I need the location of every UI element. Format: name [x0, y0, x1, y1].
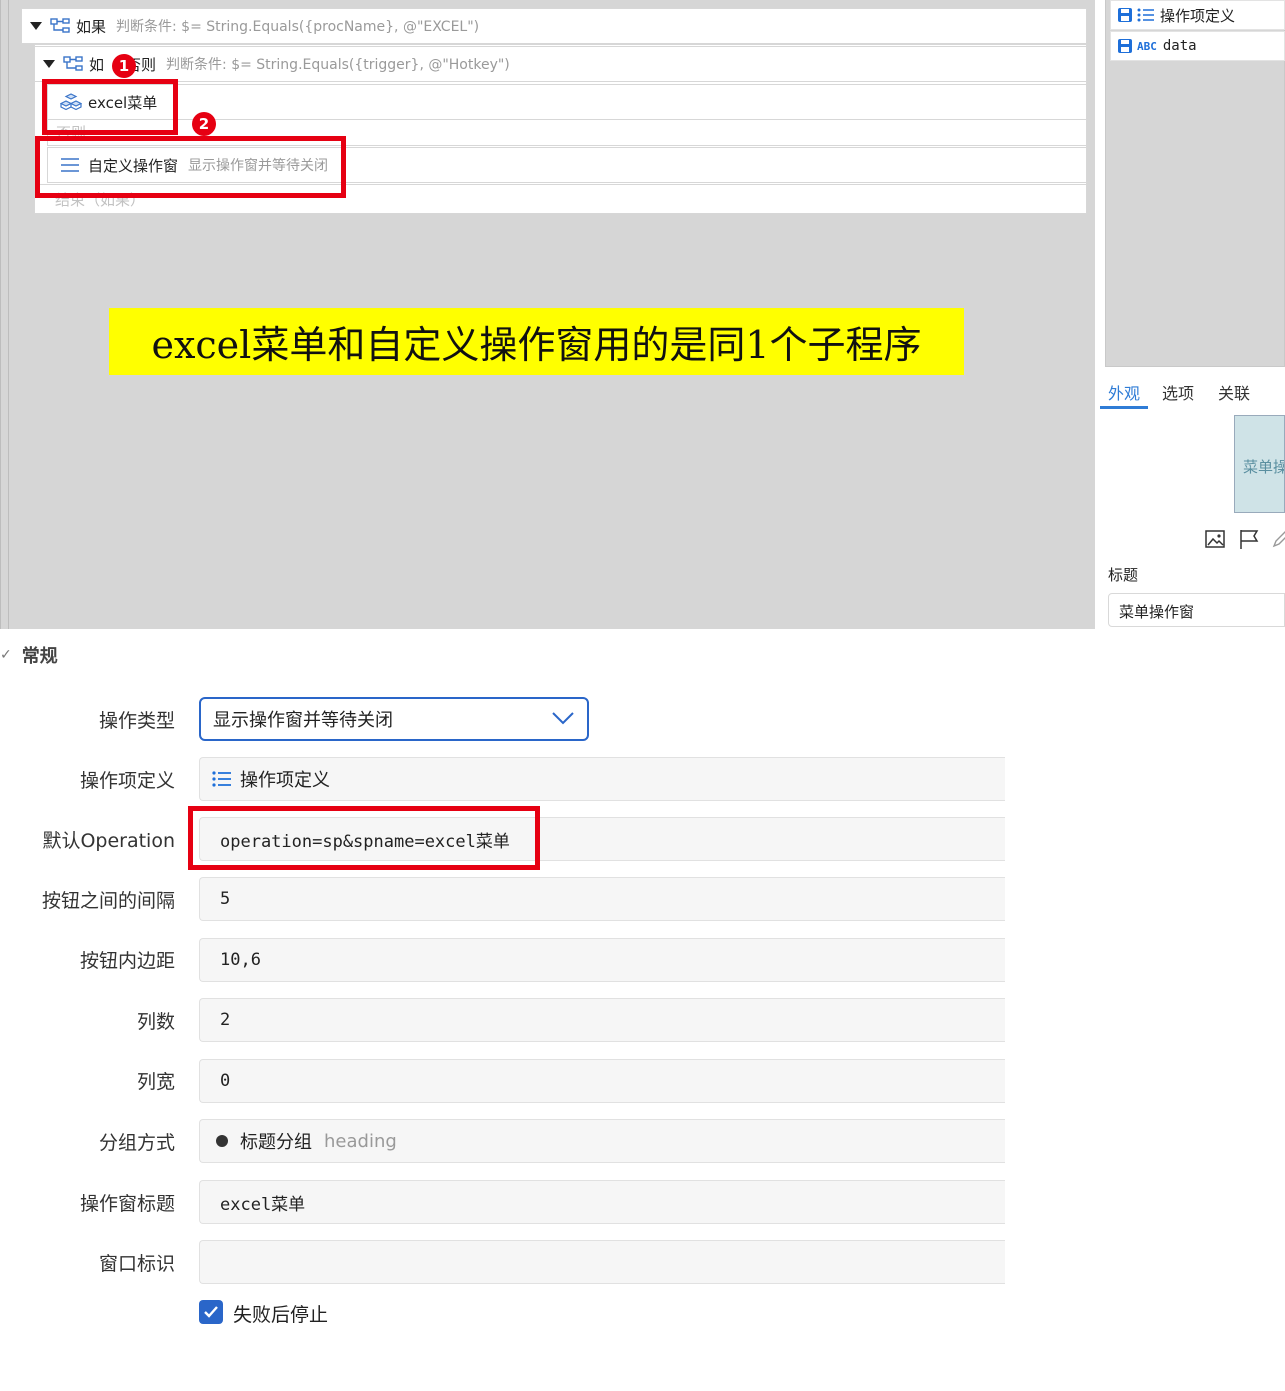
variable-item-data[interactable]: ABC data — [1110, 31, 1285, 61]
list-icon — [212, 771, 231, 787]
columns-field[interactable]: 2 — [199, 998, 1005, 1042]
op-type-select[interactable]: 显示操作窗并等待关闭 — [199, 697, 589, 741]
title-label: 标题 — [1108, 566, 1139, 584]
highlight-custom-window — [35, 136, 346, 198]
grouping-value: 标题分组 — [240, 1132, 312, 1153]
chevron-down-icon: ✓ — [0, 647, 12, 663]
field-label-window-id: 窗口标识 — [98, 1253, 175, 1275]
list-icon — [1137, 8, 1154, 22]
if-step-row[interactable]: 如果 判断条件: $= String.Equals({procName}, @"… — [21, 8, 1087, 44]
chevron-down-icon — [552, 712, 574, 725]
window-preview-thumbnail[interactable]: 菜单操 — [1234, 415, 1285, 513]
pencil-icon[interactable] — [1270, 528, 1285, 550]
window-id-field[interactable] — [199, 1240, 1005, 1284]
btn-gap-field[interactable]: 5 — [199, 877, 1005, 921]
op-type-value: 显示操作窗并等待关闭 — [213, 710, 393, 731]
col-width-field[interactable]: 0 — [199, 1059, 1005, 1103]
window-title-field[interactable]: excel菜单 — [199, 1180, 1005, 1224]
flag-icon[interactable] — [1238, 528, 1260, 550]
collapse-caret-icon[interactable] — [43, 60, 55, 68]
collapse-caret-icon[interactable] — [30, 22, 42, 30]
elseif-step-condition: 判断条件: $= String.Equals({trigger}, @"Hotk… — [166, 57, 510, 73]
variable-item-label: data — [1162, 38, 1197, 54]
branch-icon — [50, 18, 70, 33]
if-step-condition: 判断条件: $= String.Equals({procName}, @"EXC… — [116, 19, 480, 35]
btn-padding-field[interactable]: 10,6 — [199, 938, 1005, 982]
annotation-banner: excel菜单和自定义操作窗用的是同1个子程序 — [109, 308, 964, 375]
stop-on-fail-checkbox[interactable] — [199, 1300, 223, 1324]
window-preview-text: 菜单操 — [1243, 458, 1285, 476]
stop-on-fail-label[interactable]: 失败后停止 — [233, 1300, 328, 1327]
elseif-step-row[interactable]: 如 否则 判断条件: $= String.Equals({trigger}, @… — [34, 46, 1087, 82]
field-label-columns: 列数 — [136, 1011, 175, 1033]
variable-item-label: 操作项定义 — [1160, 6, 1236, 25]
branch-icon — [63, 56, 83, 71]
title-input[interactable]: 菜单操作窗 — [1108, 593, 1285, 627]
tab-appearance[interactable]: 外观 — [1100, 375, 1149, 409]
tab-options[interactable]: 选项 — [1154, 375, 1202, 409]
highlight-excel-menu — [42, 79, 178, 135]
screenshot-root: 如果 判断条件: $= String.Equals({procName}, @"… — [0, 0, 1285, 1391]
tab-links[interactable]: 关联 — [1210, 375, 1258, 409]
property-tabs: 外观 选项 关联 — [1100, 375, 1285, 409]
save-icon — [1118, 8, 1132, 22]
field-label-grouping: 分组方式 — [98, 1132, 175, 1154]
grouping-field[interactable]: 标题分组 heading — [199, 1119, 1005, 1163]
field-label-col-width: 列宽 — [136, 1071, 175, 1093]
field-label-btn-gap: 按钮之间的间隔 — [41, 890, 175, 912]
panel-divider — [8, 0, 9, 629]
field-label-window-title: 操作窗标题 — [79, 1193, 175, 1215]
field-label-item-def: 操作项定义 — [79, 770, 175, 792]
if-step-label: 如果 — [76, 17, 107, 36]
highlight-default-op — [188, 806, 540, 870]
annotation-badge-1: 1 — [112, 54, 136, 78]
field-label-btn-padding: 按钮内边距 — [79, 950, 175, 972]
abc-icon: ABC — [1137, 39, 1157, 53]
section-header-general[interactable]: ✓ 常规 — [0, 642, 58, 668]
radio-dot-icon — [216, 1135, 228, 1147]
section-title: 常规 — [21, 646, 58, 667]
grouping-hint: heading — [324, 1130, 397, 1152]
image-icon[interactable] — [1204, 528, 1226, 550]
annotation-badge-2: 2 — [192, 112, 216, 136]
item-def-field[interactable]: 操作项定义 — [199, 757, 1005, 801]
variable-item-actions[interactable]: 操作项定义 — [1110, 0, 1285, 30]
save-icon — [1118, 39, 1132, 53]
field-label-op-type: 操作类型 — [98, 710, 175, 732]
elseif-step-label-left: 如 — [89, 55, 105, 74]
item-def-value: 操作项定义 — [240, 770, 330, 791]
checkmark-icon — [204, 1306, 218, 1318]
workflow-canvas: 如果 判断条件: $= String.Equals({procName}, @"… — [0, 0, 1095, 629]
field-label-default-op: 默认Operation — [42, 830, 175, 852]
